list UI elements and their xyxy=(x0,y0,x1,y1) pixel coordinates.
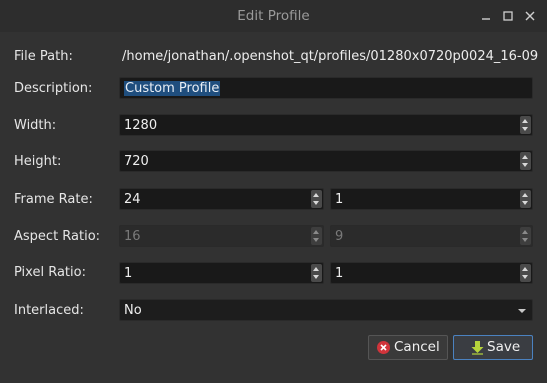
file-path-label: File Path: xyxy=(14,49,73,64)
aspect-ratio-den-value: 9 xyxy=(335,229,344,244)
chevron-down-icon[interactable] xyxy=(518,309,526,313)
save-label: Save xyxy=(487,339,521,355)
frame-rate-den-spin-buttons[interactable] xyxy=(520,190,531,208)
width-spinbox[interactable]: 1280 xyxy=(119,114,533,136)
aspect-ratio-den-spin-buttons xyxy=(520,227,531,245)
interlaced-value: No xyxy=(124,303,142,318)
frame-rate-den-spinbox[interactable]: 1 xyxy=(330,188,533,210)
aspect-ratio-num-spinbox: 16 xyxy=(119,225,324,247)
aspect-ratio-num-spin-buttons xyxy=(311,227,322,245)
close-icon[interactable] xyxy=(523,9,537,23)
pixel-ratio-num-spin-buttons[interactable] xyxy=(311,264,322,282)
height-value: 720 xyxy=(124,154,149,169)
width-label: Width: xyxy=(14,118,57,133)
pixel-ratio-den-spin-buttons[interactable] xyxy=(520,264,531,282)
cancel-icon xyxy=(376,340,391,355)
interlaced-dropdown[interactable]: No xyxy=(119,299,533,321)
height-label: Height: xyxy=(14,154,62,169)
pixel-ratio-num-value: 1 xyxy=(124,266,133,281)
width-spin-buttons[interactable] xyxy=(520,116,531,134)
save-button[interactable]: Save xyxy=(453,335,533,360)
cancel-label: Cancel xyxy=(394,339,440,355)
window-title: Edit Profile xyxy=(237,8,310,24)
cancel-button[interactable]: Cancel xyxy=(368,335,448,360)
description-value: Custom Profile xyxy=(124,81,221,96)
frame-rate-num-spinbox[interactable]: 24 xyxy=(119,188,324,210)
description-label: Description: xyxy=(14,81,93,96)
aspect-ratio-label: Aspect Ratio: xyxy=(14,229,101,244)
frame-rate-num-value: 24 xyxy=(124,192,141,207)
aspect-ratio-den-spinbox: 9 xyxy=(330,225,533,247)
frame-rate-num-spin-buttons[interactable] xyxy=(311,190,322,208)
height-spin-buttons[interactable] xyxy=(520,152,531,170)
pixel-ratio-den-spinbox[interactable]: 1 xyxy=(330,262,533,284)
frame-rate-den-value: 1 xyxy=(335,192,344,207)
pixel-ratio-label: Pixel Ratio: xyxy=(14,265,86,280)
aspect-ratio-num-value: 16 xyxy=(124,229,141,244)
file-path-value: /home/jonathan/.openshot_qt/profiles/012… xyxy=(122,49,539,64)
maximize-icon[interactable] xyxy=(501,9,515,23)
height-spinbox[interactable]: 720 xyxy=(119,150,533,172)
width-value: 1280 xyxy=(124,118,158,133)
pixel-ratio-den-value: 1 xyxy=(335,266,344,281)
interlaced-label: Interlaced: xyxy=(14,303,84,318)
minimize-icon[interactable] xyxy=(479,9,493,23)
description-input[interactable]: Custom Profile xyxy=(119,77,533,99)
pixel-ratio-num-spinbox[interactable]: 1 xyxy=(119,262,324,284)
title-bar: Edit Profile xyxy=(0,0,547,32)
frame-rate-label: Frame Rate: xyxy=(14,192,93,207)
save-arrow-icon xyxy=(470,340,485,355)
